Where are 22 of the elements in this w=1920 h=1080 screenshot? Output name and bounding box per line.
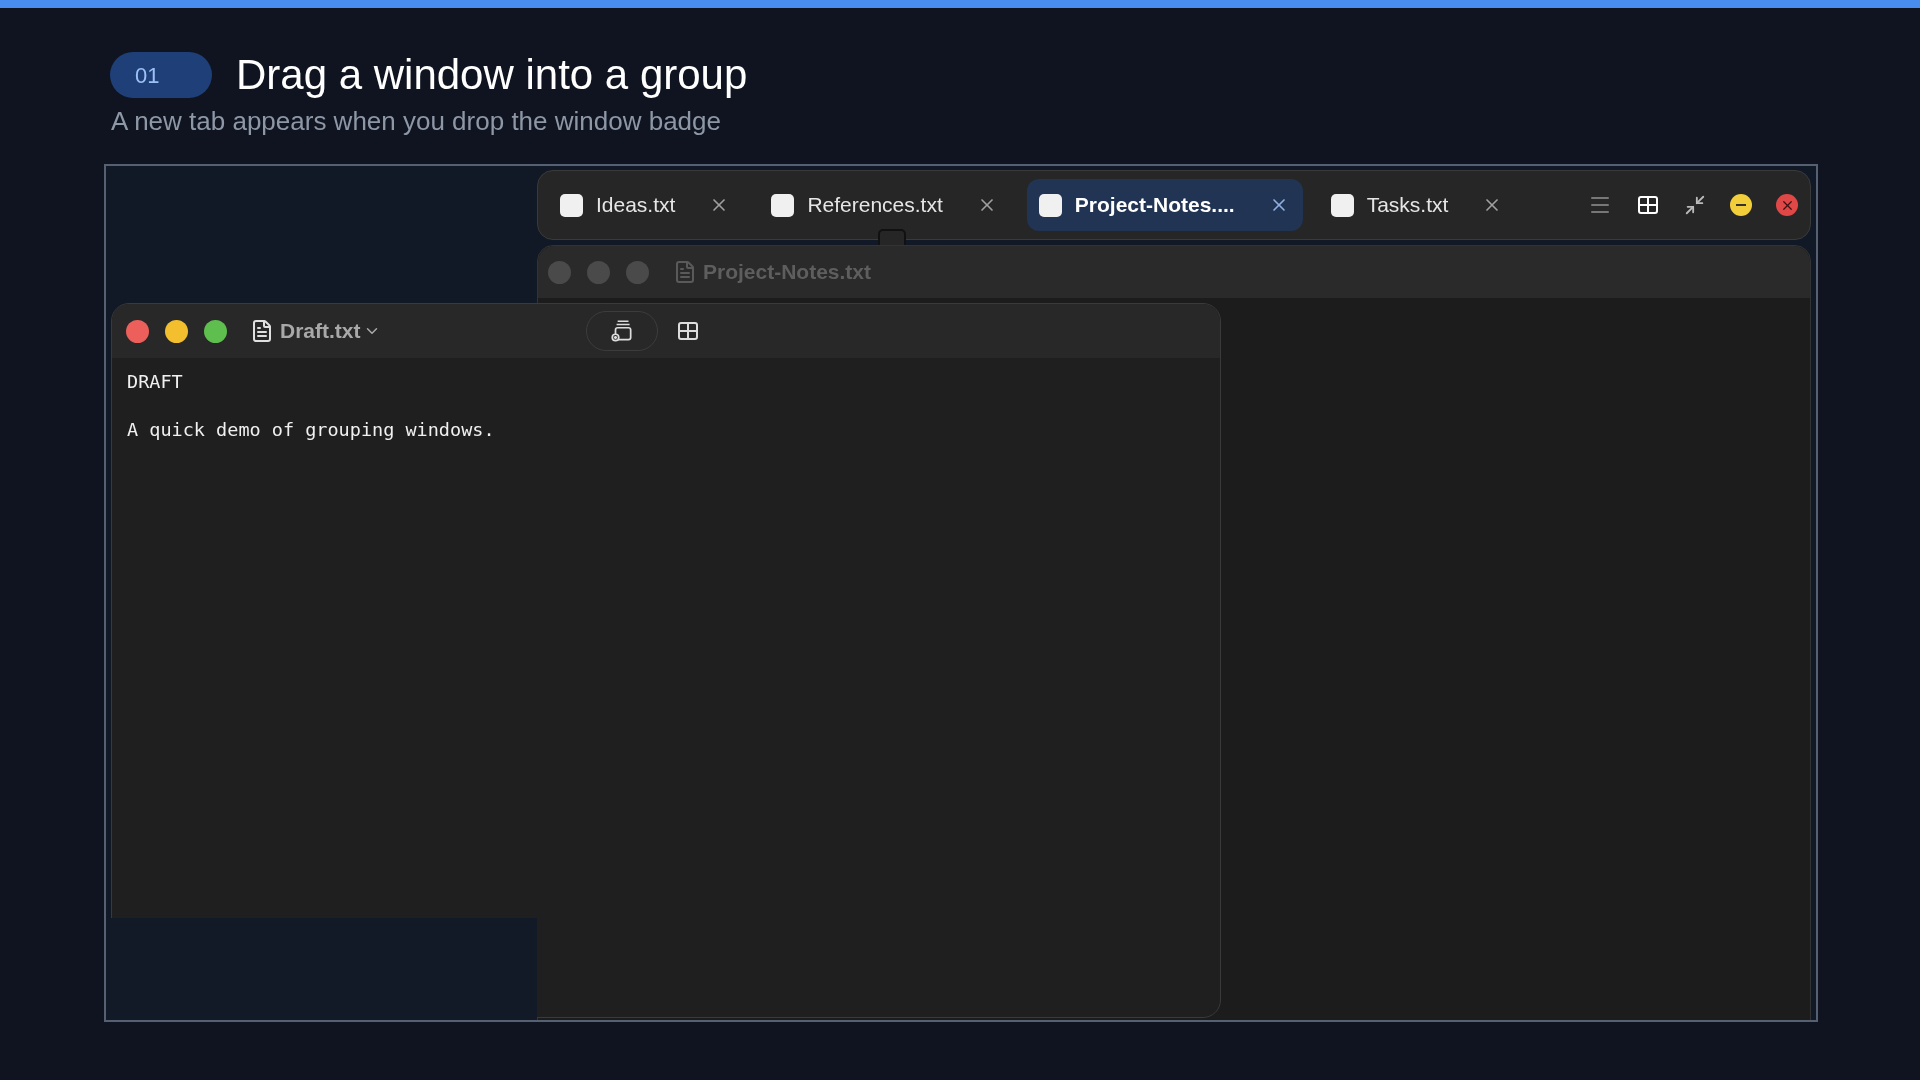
tab[interactable]: Ideas.txt	[548, 179, 744, 231]
step-subtitle: A new tab appears when you drop the window badge	[111, 106, 721, 136]
step-badge: 01	[110, 52, 212, 98]
collapse-icon[interactable]	[1684, 194, 1706, 216]
close-button[interactable]	[1776, 194, 1798, 216]
document-icon	[771, 193, 795, 217]
tab[interactable]: Project-Notes....	[1026, 179, 1303, 231]
window-title: Draft.txt	[280, 318, 361, 345]
text-line: DRAFT	[127, 370, 184, 394]
tab[interactable]: References.txt	[759, 179, 1011, 231]
grid-icon[interactable]	[1636, 193, 1660, 217]
minimize-button[interactable]	[1730, 194, 1752, 216]
document-icon	[1038, 193, 1062, 217]
document-icon	[560, 193, 583, 217]
document-icon	[1330, 193, 1354, 217]
grid-icon[interactable]	[675, 319, 700, 343]
document-icon	[250, 319, 274, 343]
text-line: A quick demo of grouping windows.	[127, 417, 496, 442]
step-title: Drag a window into a group	[236, 54, 748, 96]
tab[interactable]: Tasks.txt	[1318, 179, 1517, 231]
document-icon	[673, 260, 697, 284]
window-stack-icon	[608, 318, 635, 344]
